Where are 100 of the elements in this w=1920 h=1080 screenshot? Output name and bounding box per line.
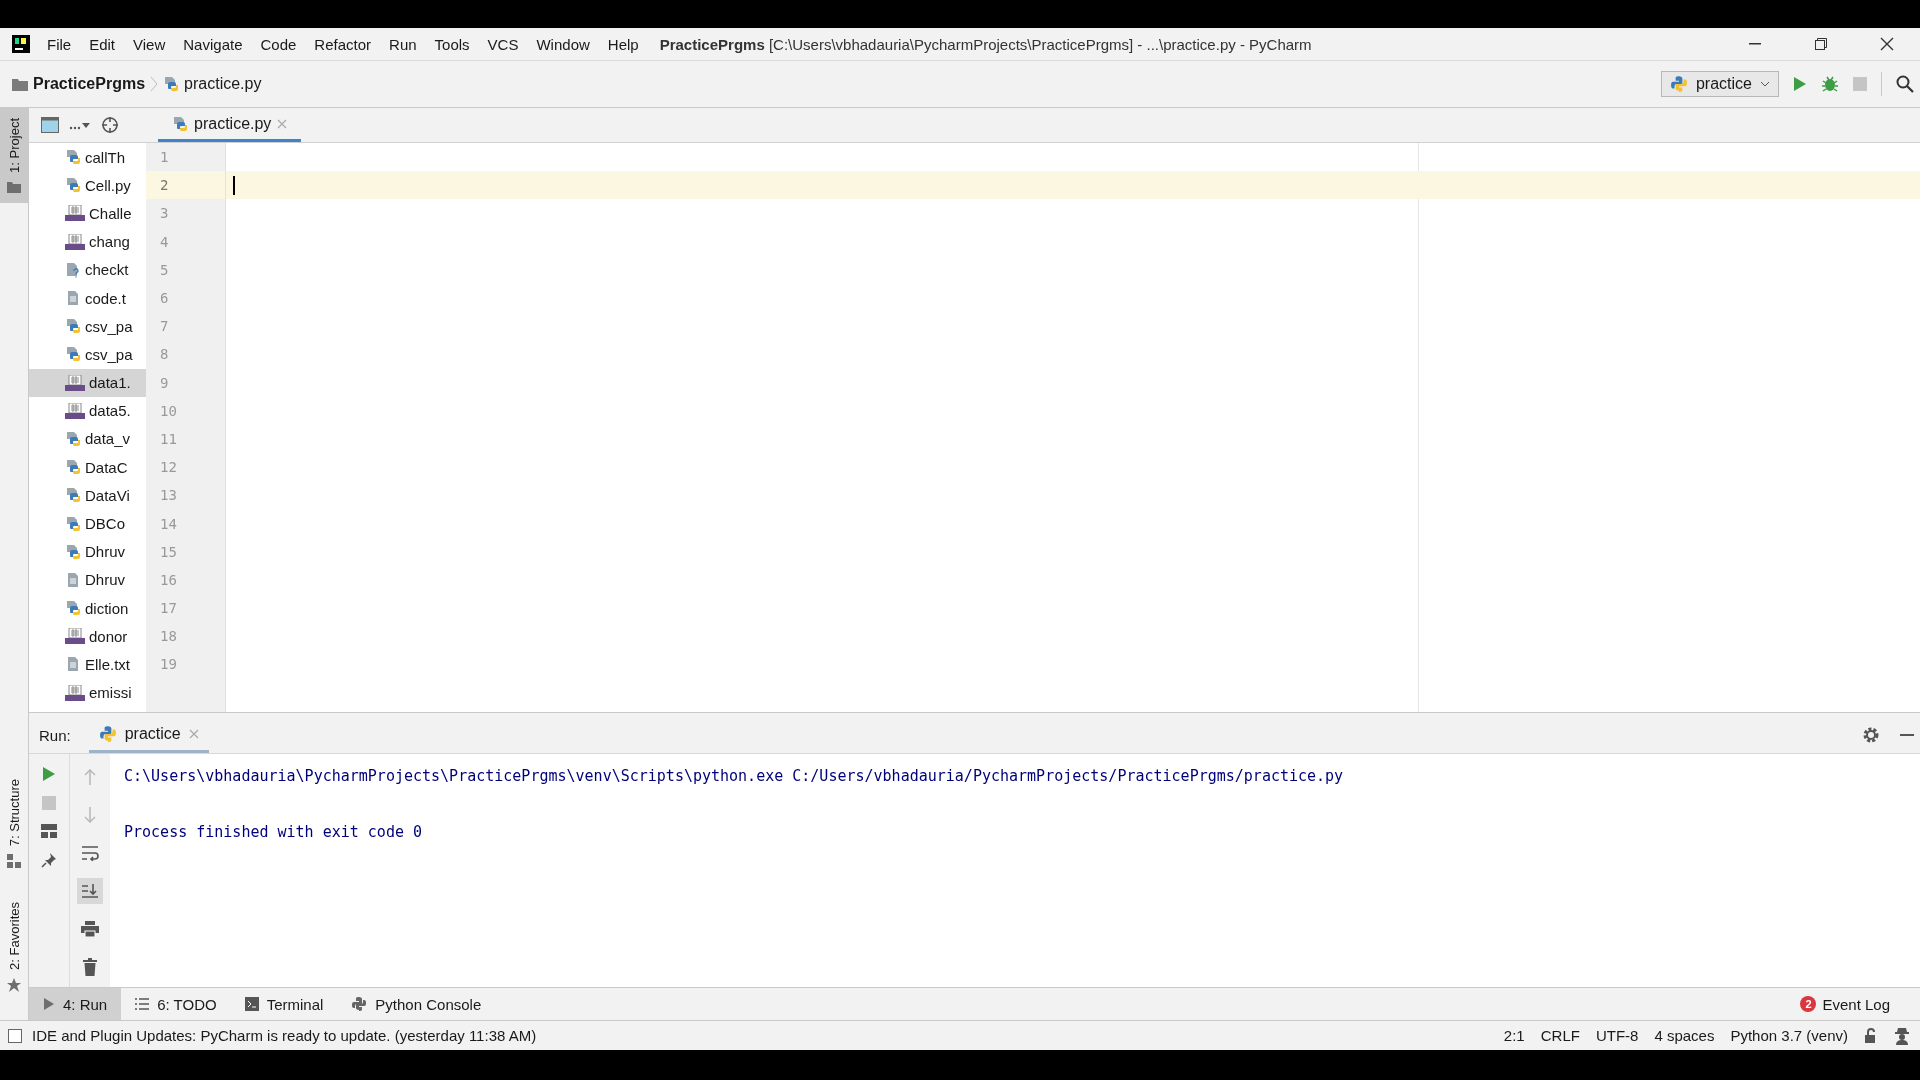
- run-icon[interactable]: [1793, 76, 1807, 92]
- search-icon[interactable]: [1896, 75, 1914, 93]
- layout-icon[interactable]: [41, 824, 57, 838]
- pin-icon[interactable]: [41, 852, 57, 868]
- project-tree-item[interactable]: emissi: [29, 678, 146, 707]
- python-file-icon: [65, 515, 81, 532]
- menu-item[interactable]: Tools: [425, 31, 479, 57]
- run-label: Run:: [39, 726, 71, 744]
- console-line: Process finished with exit code 0: [124, 822, 423, 843]
- project-tree-item[interactable]: Dhruv: [29, 565, 146, 594]
- minimize-button[interactable]: [1749, 43, 1761, 45]
- python-file-icon: [65, 543, 81, 560]
- structure-icon: [7, 854, 21, 869]
- status-item[interactable]: UTF-8: [1595, 1027, 1639, 1044]
- settings-icon[interactable]: [1862, 726, 1880, 744]
- app-logo-icon: [12, 35, 30, 53]
- chevron-icon: [150, 76, 159, 92]
- project-tree-item[interactable]: Cell.py: [29, 171, 146, 200]
- project-tree-item[interactable]: Challe: [29, 199, 146, 228]
- project-tree-item[interactable]: csv_pa: [29, 340, 146, 369]
- inspector-icon[interactable]: [1894, 1026, 1910, 1045]
- csv-file-icon: [65, 628, 85, 645]
- project-tree-item[interactable]: DataVi: [29, 481, 146, 510]
- python-file-icon: [65, 177, 81, 194]
- menu-item[interactable]: Code: [251, 31, 306, 57]
- bug-icon[interactable]: [1821, 75, 1839, 93]
- project-tree-item[interactable]: data5.: [29, 396, 146, 425]
- rerun-icon[interactable]: [42, 766, 56, 782]
- run-config-dropdown[interactable]: practice: [1660, 71, 1779, 97]
- status-item[interactable]: CRLF: [1540, 1027, 1580, 1044]
- menu-item[interactable]: Help: [598, 31, 648, 57]
- project-tree-item[interactable]: diction: [29, 594, 146, 623]
- python-console-icon: [351, 996, 368, 1012]
- project-tree-item[interactable]: callTh: [29, 143, 146, 172]
- window-icon[interactable]: [41, 117, 59, 133]
- restore-button[interactable]: [1815, 38, 1827, 50]
- breadcrumb-item[interactable]: PracticePrgms: [33, 75, 146, 93]
- unlock-icon[interactable]: [1864, 1027, 1878, 1044]
- menu-item[interactable]: VCS: [478, 31, 528, 57]
- folder-icon: [7, 180, 21, 193]
- csv-file-icon: [65, 374, 85, 391]
- line-number: 19: [160, 656, 177, 673]
- menu-item[interactable]: View: [124, 31, 175, 57]
- status-item[interactable]: Python 3.7 (venv): [1730, 1027, 1848, 1044]
- more-dropdown-icon[interactable]: [69, 120, 91, 130]
- tool-window-tab[interactable]: 6: TODO: [121, 988, 231, 1020]
- python-file-icon: [65, 459, 81, 476]
- project-tree-item[interactable]: chang: [29, 227, 146, 256]
- menu-item[interactable]: Window: [527, 31, 599, 57]
- csv-file-icon: [65, 233, 85, 250]
- tool-window-tab[interactable]: 1: Project: [0, 108, 28, 203]
- status-item[interactable]: 4 spaces: [1654, 1027, 1715, 1044]
- menu-item[interactable]: Refactor: [305, 31, 381, 57]
- console-line: C:\Users\vbhadauria\PycharmProjects\PracticePrgms\venv\Scripts\python.exe C:/Users/vbhadauria/PycharmProjects/PracticePrgms/practice.py: [124, 766, 1345, 787]
- project-tree-item[interactable]: checkt: [29, 255, 146, 284]
- folder-icon: [12, 77, 28, 91]
- line-number: 16: [160, 571, 177, 588]
- terminal-icon: [244, 997, 259, 1011]
- tool-window-tab[interactable]: Terminal: [230, 988, 338, 1020]
- close-button[interactable]: [1880, 37, 1894, 51]
- python-file-icon: [172, 115, 188, 132]
- project-tree-item[interactable]: DataC: [29, 453, 146, 482]
- status-message[interactable]: IDE and Plugin Updates: PyCharm is ready to update. (yesterday 11:38 AM): [32, 1027, 537, 1044]
- project-tree-item[interactable]: Elle.txt: [29, 650, 146, 679]
- event-log-button[interactable]: 2 Event Log: [1800, 995, 1920, 1013]
- menu-item[interactable]: File: [38, 31, 81, 57]
- project-tree-item[interactable]: code.t: [29, 283, 146, 313]
- menu-item[interactable]: Navigate: [174, 31, 252, 57]
- menu-item[interactable]: Edit: [80, 31, 125, 57]
- project-tree-item[interactable]: Dhruv: [29, 537, 146, 566]
- breadcrumb-item[interactable]: practice.py: [184, 75, 262, 93]
- project-tree-item[interactable]: data1.: [29, 368, 146, 397]
- tool-window-tab[interactable]: Python Console: [337, 988, 496, 1020]
- crosshair-icon[interactable]: [101, 116, 119, 134]
- scroll-to-end-icon[interactable]: [77, 878, 103, 904]
- tool-window-tab[interactable]: 7: Structure: [0, 768, 28, 879]
- checkbox-icon[interactable]: [8, 1028, 22, 1043]
- project-tree-item[interactable]: csv_pa: [29, 312, 146, 341]
- text-file-icon: [65, 571, 81, 588]
- csv-file-icon: [65, 684, 85, 701]
- text-file-icon: [65, 290, 81, 307]
- project-tree-item[interactable]: data_v: [29, 424, 146, 454]
- status-item[interactable]: 2:1: [1503, 1027, 1525, 1044]
- python-file-icon: [65, 487, 81, 504]
- line-number: 6: [160, 290, 169, 307]
- python-logo-icon: [98, 724, 117, 743]
- project-tree-item[interactable]: DBCo: [29, 509, 146, 538]
- project-tree-item[interactable]: donor: [29, 622, 146, 651]
- tool-window-tab[interactable]: 2: Favorites: [0, 892, 28, 1002]
- python-file-icon: [65, 430, 81, 447]
- window-title: PracticePrgms [C:\Users\vbhadauria\PycharmProjects\PracticePrgms] - ...\practice.py - PyCharm: [659, 35, 1312, 53]
- menu-item[interactable]: Run: [380, 31, 426, 57]
- tool-window-tab[interactable]: 4: Run: [29, 988, 122, 1020]
- text-caret: [233, 175, 235, 195]
- line-number: 8: [160, 346, 169, 363]
- python-file-icon: [65, 346, 81, 363]
- text-file-icon: [65, 656, 81, 673]
- line-number: 4: [160, 233, 169, 250]
- line-number: 11: [160, 430, 177, 447]
- list-icon: [135, 998, 150, 1010]
